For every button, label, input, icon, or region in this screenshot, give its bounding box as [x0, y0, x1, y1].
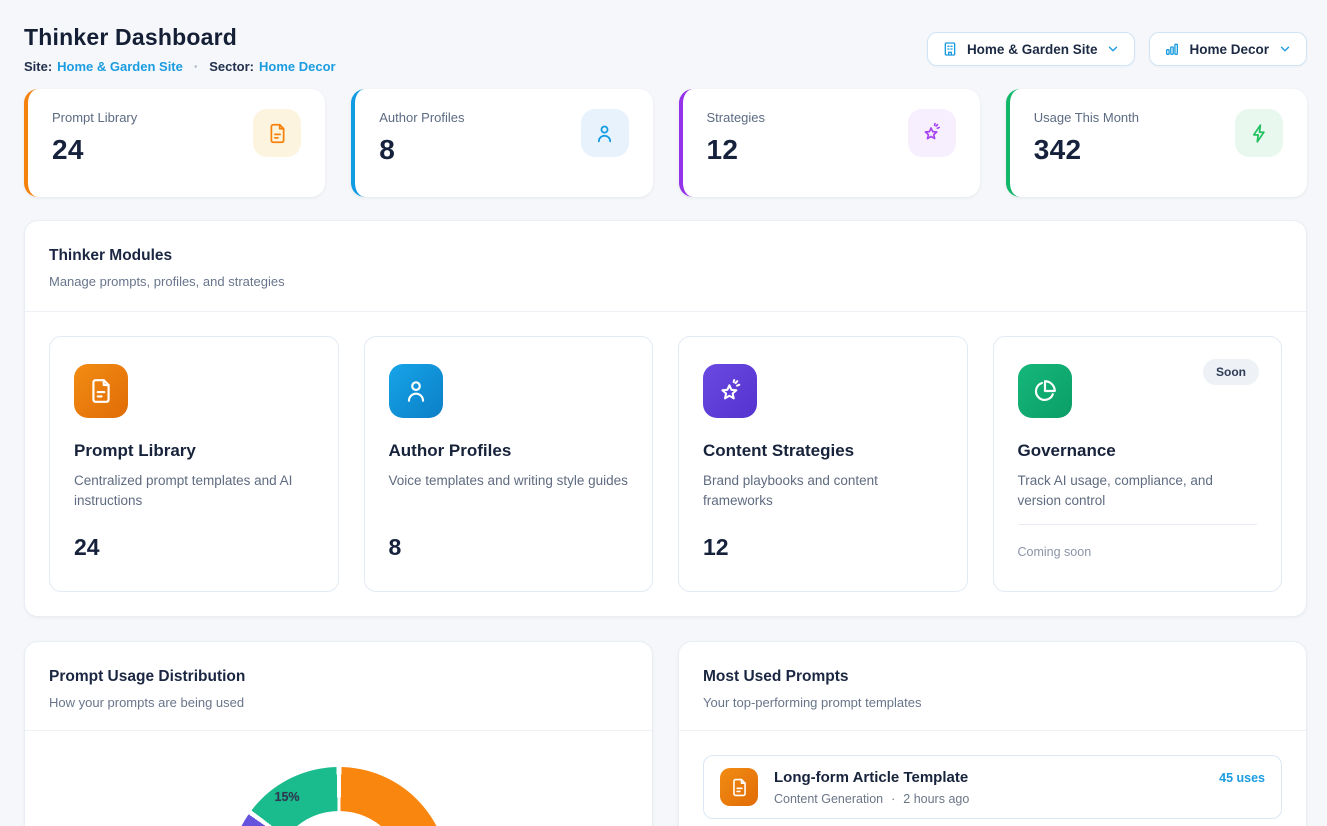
- module-card-prompt-library[interactable]: Prompt Library Centralized prompt templa…: [49, 336, 339, 592]
- sector-selector-label: Home Decor: [1189, 42, 1269, 57]
- prompt-list: Long-form Article Template Content Gener…: [679, 731, 1306, 826]
- donut-segment-label: 15%: [275, 790, 300, 804]
- chevron-down-icon: [1278, 42, 1292, 56]
- usage-card-title: Prompt Usage Distribution: [49, 668, 628, 686]
- module-card-content-strategies[interactable]: Content Strategies Brand playbooks and c…: [678, 336, 968, 592]
- usage-card-subtitle: How your prompts are being used: [49, 695, 628, 710]
- meta-separator: ·: [891, 792, 895, 806]
- chevron-down-icon: [1106, 42, 1120, 56]
- prompt-item-body: Long-form Article Template Content Gener…: [774, 769, 1203, 806]
- sparkle-star-icon: [908, 109, 956, 157]
- module-card-author-profiles[interactable]: Author Profiles Voice templates and writ…: [364, 336, 654, 592]
- stat-card-prompt-library: Prompt Library 24: [24, 89, 325, 197]
- module-description: Centralized prompt templates and AI inst…: [74, 471, 314, 512]
- module-description: Voice templates and writing style guides: [389, 471, 629, 491]
- breadcrumb: Site: Home & Garden Site · Sector: Home …: [24, 59, 336, 74]
- modules-panel-subtitle: Manage prompts, profiles, and strategies: [49, 274, 1282, 289]
- module-title: Prompt Library: [74, 441, 314, 461]
- module-title: Content Strategies: [703, 441, 943, 461]
- most-used-header: Most Used Prompts Your top-performing pr…: [679, 642, 1306, 731]
- site-label: Site:: [24, 59, 52, 74]
- module-description: Track AI usage, compliance, and version …: [1018, 471, 1258, 512]
- module-title: Author Profiles: [389, 441, 629, 461]
- sector-label: Sector:: [209, 59, 254, 74]
- site-selector-label: Home & Garden Site: [967, 42, 1098, 57]
- user-icon: [581, 109, 629, 157]
- module-card-governance[interactable]: Soon Governance Track AI usage, complian…: [993, 336, 1283, 592]
- module-footer: Coming soon: [1018, 524, 1258, 561]
- sparkle-star-icon: [703, 364, 757, 418]
- modules-panel-header: Thinker Modules Manage prompts, profiles…: [25, 221, 1306, 312]
- soon-badge: Soon: [1203, 359, 1259, 385]
- file-text-icon: [253, 109, 301, 157]
- site-selector-dropdown[interactable]: Home & Garden Site: [927, 32, 1136, 66]
- file-text-icon: [74, 364, 128, 418]
- module-count: 12: [703, 534, 943, 561]
- modules-grid: Prompt Library Centralized prompt templa…: [25, 312, 1306, 616]
- pie-chart-icon: [1018, 364, 1072, 418]
- list-item-long-form-article[interactable]: Long-form Article Template Content Gener…: [703, 755, 1282, 819]
- lightning-icon: [1235, 109, 1283, 157]
- header-left: Thinker Dashboard Site: Home & Garden Si…: [24, 24, 336, 74]
- bar-chart-icon: [1164, 41, 1180, 57]
- prompt-usage-card: Prompt Usage Distribution How your promp…: [24, 641, 653, 826]
- module-count: 8: [389, 534, 629, 561]
- prompt-time: 2 hours ago: [903, 792, 969, 806]
- prompt-uses-badge: 45 uses: [1219, 771, 1265, 785]
- most-used-title: Most Used Prompts: [703, 668, 1282, 686]
- header-selectors: Home & Garden Site Home Decor: [927, 32, 1307, 66]
- sector-selector-dropdown[interactable]: Home Decor: [1149, 32, 1307, 66]
- stat-card-usage: Usage This Month 342: [1006, 89, 1307, 197]
- thinker-modules-panel: Thinker Modules Manage prompts, profiles…: [24, 220, 1307, 617]
- prompt-item-meta: Content Generation · 2 hours ago: [774, 792, 1203, 806]
- stat-card-strategies: Strategies 12: [679, 89, 980, 197]
- sector-link[interactable]: Home Decor: [259, 59, 336, 74]
- prompt-item-title: Long-form Article Template: [774, 769, 1203, 786]
- stats-row: Prompt Library 24 Author Profiles 8 Stra…: [24, 89, 1307, 197]
- building-icon: [942, 41, 958, 57]
- most-used-subtitle: Your top-performing prompt templates: [703, 695, 1282, 710]
- bottom-row: Prompt Usage Distribution How your promp…: [24, 641, 1307, 826]
- module-title: Governance: [1018, 441, 1258, 461]
- donut-chart: 15%: [229, 767, 449, 826]
- meta-separator: ·: [194, 59, 198, 74]
- site-link[interactable]: Home & Garden Site: [57, 59, 183, 74]
- stat-card-author-profiles: Author Profiles 8: [351, 89, 652, 197]
- page-title: Thinker Dashboard: [24, 24, 336, 51]
- usage-card-header: Prompt Usage Distribution How your promp…: [25, 642, 652, 731]
- prompt-category: Content Generation: [774, 792, 883, 806]
- user-icon: [389, 364, 443, 418]
- file-text-icon: [720, 768, 758, 806]
- most-used-prompts-card: Most Used Prompts Your top-performing pr…: [678, 641, 1307, 826]
- module-count: 24: [74, 534, 314, 561]
- dashboard-page: Thinker Dashboard Site: Home & Garden Si…: [0, 0, 1327, 826]
- coming-soon-text: Coming soon: [1018, 545, 1092, 559]
- page-header: Thinker Dashboard Site: Home & Garden Si…: [24, 24, 1307, 74]
- modules-panel-title: Thinker Modules: [49, 247, 1282, 265]
- module-description: Brand playbooks and content frameworks: [703, 471, 943, 512]
